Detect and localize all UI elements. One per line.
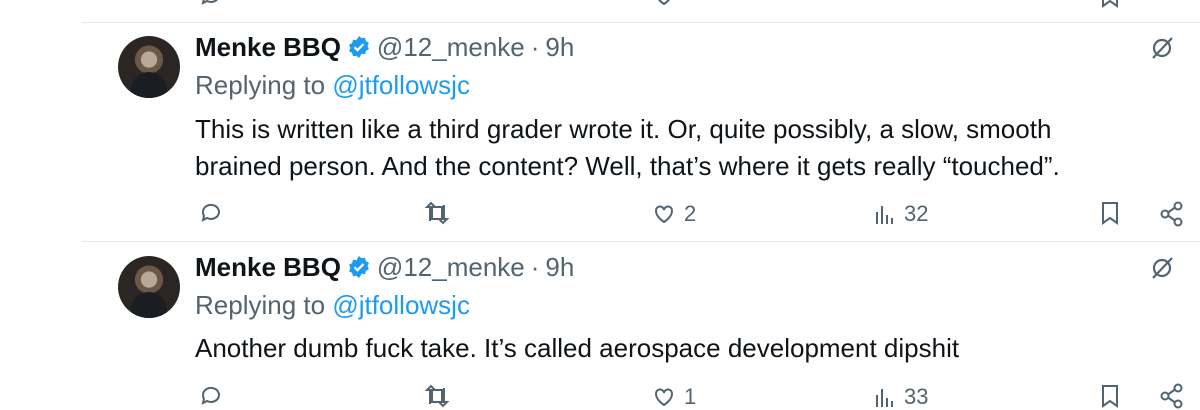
bookmark-button[interactable] <box>1099 384 1121 408</box>
like-button[interactable]: 2 <box>652 201 696 227</box>
views-icon <box>876 206 893 224</box>
like-button[interactable]: 1 <box>652 384 696 410</box>
views-button[interactable]: 33 <box>874 384 928 410</box>
bookmark-icon <box>1102 385 1118 408</box>
retweet-button[interactable] <box>424 384 450 408</box>
tweet-text-line: brained person. And the content? Well, t… <box>195 151 1060 181</box>
like-icon <box>655 388 673 407</box>
share-icon <box>1160 201 1183 227</box>
reply-icon[interactable] <box>199 0 223 8</box>
tweet-text-line: Another dumb fuck take. It’s called aero… <box>195 333 960 363</box>
verified-badge-icon <box>349 36 369 58</box>
reply-button[interactable] <box>199 201 223 225</box>
share-icon <box>1160 383 1183 409</box>
previous-tweet-actions <box>0 0 1200 8</box>
like-icon <box>655 205 673 224</box>
views-icon <box>876 389 893 407</box>
tweet-header: Menke BBQ @12_menke · 9h <box>195 31 574 63</box>
grok-icon[interactable] <box>1149 35 1175 61</box>
separator-dot: · <box>530 251 540 282</box>
verified-badge-icon <box>349 256 369 278</box>
avatar[interactable] <box>118 256 180 318</box>
replying-to-user-link[interactable]: @jtfollowsjc <box>332 290 470 320</box>
views-button[interactable]: 32 <box>874 201 928 227</box>
tweet-text-line: This is written like a third grader wrot… <box>195 114 1052 144</box>
timestamp[interactable]: 9h <box>545 252 574 283</box>
tweet-text: Another dumb fuck take. It’s called aero… <box>195 330 1175 367</box>
avatar[interactable] <box>118 36 180 98</box>
author-name[interactable]: Menke BBQ <box>195 32 341 63</box>
replying-to-user-link[interactable]: @jtfollowsjc <box>332 70 470 100</box>
bookmark-button[interactable] <box>1099 201 1121 225</box>
tweet-text: This is written like a third grader wrot… <box>195 111 1175 185</box>
timestamp[interactable]: 9h <box>545 32 574 63</box>
views-count: 33 <box>904 384 929 409</box>
like-count: 1 <box>684 384 697 409</box>
reply-icon <box>201 203 220 222</box>
grok-icon[interactable] <box>1149 255 1175 281</box>
like-icon[interactable] <box>652 0 676 8</box>
separator-dot: · <box>530 31 540 62</box>
retweet-button[interactable] <box>424 201 450 225</box>
divider <box>82 241 1200 242</box>
replying-to: Replying to @jtfollowsjc <box>195 290 470 321</box>
share-button[interactable] <box>1159 201 1185 227</box>
bookmark-icon <box>1102 202 1118 225</box>
divider <box>82 22 1200 23</box>
replying-to: Replying to @jtfollowsjc <box>195 70 470 101</box>
retweet-icon <box>424 384 450 408</box>
views-count: 32 <box>904 201 929 226</box>
author-name[interactable]: Menke BBQ <box>195 252 341 283</box>
like-count: 2 <box>684 201 697 226</box>
reply-icon <box>201 386 220 405</box>
replying-to-label: Replying to <box>195 70 333 100</box>
author-handle[interactable]: @12_menke <box>377 252 525 283</box>
replying-to-label: Replying to <box>195 290 333 320</box>
tweet-header: Menke BBQ @12_menke · 9h <box>195 251 574 283</box>
author-handle[interactable]: @12_menke <box>377 32 525 63</box>
reply-button[interactable] <box>199 384 223 408</box>
retweet-icon <box>424 201 450 225</box>
bookmark-icon[interactable] <box>1099 0 1121 8</box>
share-button[interactable] <box>1159 383 1185 409</box>
